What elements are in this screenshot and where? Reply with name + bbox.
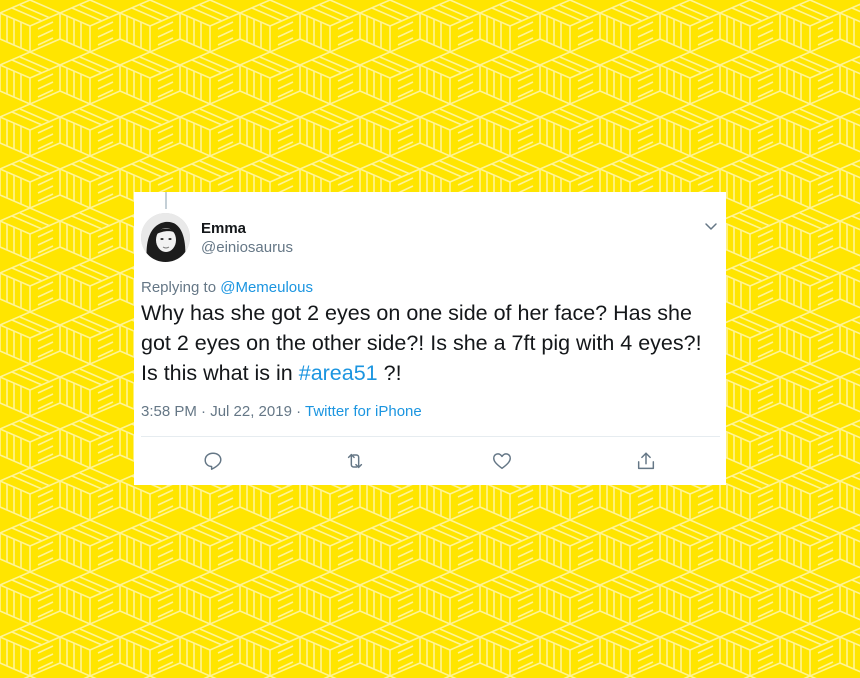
- tweet-text-body: Why has she got 2 eyes on one side of he…: [141, 301, 702, 385]
- share-button[interactable]: [635, 450, 659, 474]
- like-button[interactable]: [491, 450, 515, 474]
- tweet-card: Emma @einiosaurus Replying to @Memeulous…: [134, 192, 726, 485]
- replying-to: Replying to @Memeulous: [141, 279, 313, 297]
- share-icon: [637, 452, 655, 470]
- reply-button[interactable]: [202, 450, 226, 474]
- chevron-down-icon[interactable]: [703, 218, 719, 234]
- source-link[interactable]: Twitter for iPhone: [305, 403, 422, 420]
- heart-icon: [493, 453, 511, 470]
- tweet-text-end: ?!: [377, 361, 402, 385]
- tweet-text: Why has she got 2 eyes on one side of he…: [141, 298, 721, 388]
- author-handle[interactable]: @einiosaurus: [201, 239, 293, 257]
- tweet-meta: 3:58 PM · Jul 22, 2019 · Twitter for iPh…: [141, 403, 422, 421]
- reply-icon: [204, 452, 222, 470]
- avatar-photo: [141, 213, 190, 262]
- thread-connector-line: [165, 192, 167, 209]
- avatar[interactable]: [141, 213, 190, 262]
- divider: [141, 436, 720, 437]
- author-name[interactable]: Emma: [201, 220, 246, 238]
- replying-to-link[interactable]: @Memeulous: [220, 279, 313, 296]
- replying-prefix: Replying to: [141, 279, 217, 296]
- retweet-icon: [347, 453, 363, 469]
- retweet-button[interactable]: [344, 450, 368, 474]
- timestamp[interactable]: 3:58 PM · Jul 22, 2019 ·: [141, 403, 301, 420]
- hashtag-link[interactable]: #area51: [299, 361, 378, 385]
